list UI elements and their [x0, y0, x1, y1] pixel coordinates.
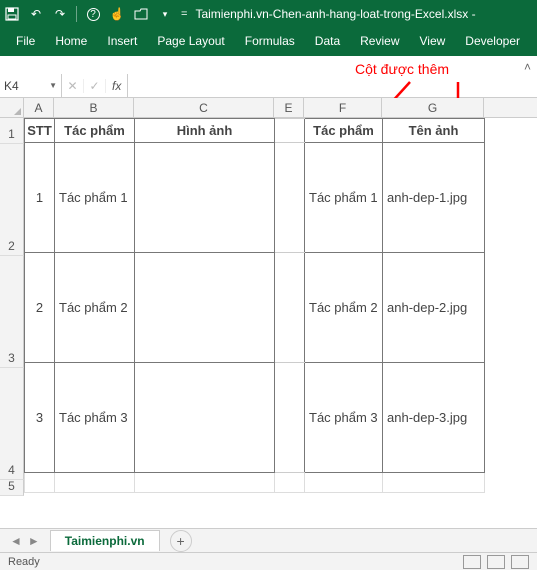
cell[interactable]: [275, 119, 305, 143]
cell[interactable]: [275, 143, 305, 253]
check-icon[interactable]: ✓: [84, 79, 106, 93]
table-row[interactable]: 1 Tác phẩm 1 Tác phẩm 1 anh-dep-1.jpg: [25, 143, 485, 253]
col-header-C[interactable]: C: [134, 98, 274, 117]
cell[interactable]: Tác phẩm 1: [55, 143, 135, 253]
table-row[interactable]: [25, 473, 485, 493]
tab-file[interactable]: File: [6, 28, 45, 56]
chevron-down-icon[interactable]: ▼: [49, 81, 57, 90]
open-icon[interactable]: [133, 6, 149, 22]
col-header-G[interactable]: G: [382, 98, 484, 117]
cell[interactable]: anh-dep-2.jpg: [383, 253, 485, 363]
collapse-ribbon-icon[interactable]: ˄: [524, 60, 531, 74]
tab-formulas[interactable]: Formulas: [235, 28, 305, 56]
tab-insert[interactable]: Insert: [97, 28, 147, 56]
cell[interactable]: anh-dep-3.jpg: [383, 363, 485, 473]
undo-icon[interactable]: ↶: [28, 6, 44, 22]
select-all-corner[interactable]: [0, 98, 24, 117]
tab-data[interactable]: Data: [305, 28, 350, 56]
cancel-icon[interactable]: ✕: [62, 79, 84, 93]
cell[interactable]: [135, 363, 275, 473]
tab-page-layout[interactable]: Page Layout: [147, 28, 234, 56]
fx-label[interactable]: fx: [106, 74, 128, 97]
name-box-value: K4: [4, 79, 19, 93]
worksheet-grid[interactable]: A B C E F G 1 2 3 4 5 STT Tác phẩm Hình …: [0, 98, 537, 528]
ribbon-tabs: File Home Insert Page Layout Formulas Da…: [0, 28, 537, 56]
table-row[interactable]: 3 Tác phẩm 3 Tác phẩm 3 anh-dep-3.jpg: [25, 363, 485, 473]
cell[interactable]: Tác phẩm: [55, 119, 135, 143]
cell[interactable]: Tác phẩm 3: [55, 363, 135, 473]
tab-view[interactable]: View: [410, 28, 456, 56]
window-title: Taimienphi.vn-Chen-anh-hang-loat-trong-E…: [195, 7, 533, 21]
quick-access-toolbar: ↶ ↷ ? ☝ ▾ =: [4, 6, 187, 22]
name-box[interactable]: K4 ▼: [0, 74, 62, 97]
cell[interactable]: [275, 253, 305, 363]
redo-icon[interactable]: ↷: [52, 6, 68, 22]
row-header-1[interactable]: 1: [0, 118, 24, 144]
normal-view-icon[interactable]: [463, 555, 481, 569]
cell[interactable]: [135, 473, 275, 493]
cell[interactable]: Hình ảnh: [135, 119, 275, 143]
cell[interactable]: [135, 143, 275, 253]
row-header-2[interactable]: 2: [0, 144, 24, 256]
tab-developer[interactable]: Developer: [455, 28, 530, 56]
sheet-tab-bar: ◄ ► Taimienphi.vn +: [0, 528, 537, 552]
cell[interactable]: 1: [25, 143, 55, 253]
table-row[interactable]: 2 Tác phẩm 2 Tác phẩm 2 anh-dep-2.jpg: [25, 253, 485, 363]
cell[interactable]: [275, 363, 305, 473]
page-layout-view-icon[interactable]: [487, 555, 505, 569]
formula-bar: K4 ▼ ✕ ✓ fx: [0, 74, 537, 98]
page-break-view-icon[interactable]: [511, 555, 529, 569]
formula-input[interactable]: [128, 74, 537, 97]
cell[interactable]: Tên ảnh: [383, 119, 485, 143]
col-header-A[interactable]: A: [24, 98, 54, 117]
qat-overflow-icon[interactable]: =: [181, 8, 187, 20]
col-header-F[interactable]: F: [304, 98, 382, 117]
cell[interactable]: [55, 473, 135, 493]
cell[interactable]: STT: [25, 119, 55, 143]
touch-mode-icon[interactable]: ☝: [109, 6, 125, 22]
help-icon[interactable]: ?: [85, 6, 101, 22]
column-headers: A B C E F G: [0, 98, 537, 118]
add-sheet-button[interactable]: +: [170, 530, 192, 552]
save-icon[interactable]: [4, 6, 20, 22]
tab-home[interactable]: Home: [45, 28, 97, 56]
cell[interactable]: [25, 473, 55, 493]
row-headers: 1 2 3 4 5: [0, 118, 24, 496]
cell[interactable]: [135, 253, 275, 363]
sheet-nav-next-icon[interactable]: ►: [28, 534, 40, 548]
cell[interactable]: [305, 473, 383, 493]
data-table[interactable]: STT Tác phẩm Hình ảnh Tác phẩm Tên ảnh 1…: [24, 118, 485, 493]
col-header-E[interactable]: E: [274, 98, 304, 117]
qat-dropdown-icon[interactable]: ▾: [157, 6, 173, 22]
cell[interactable]: 3: [25, 363, 55, 473]
sheet-nav-prev-icon[interactable]: ◄: [10, 534, 22, 548]
separator: [76, 6, 77, 22]
cell[interactable]: Tác phẩm: [305, 119, 383, 143]
cell[interactable]: Tác phẩm 2: [305, 253, 383, 363]
row-header-5[interactable]: 5: [0, 480, 24, 496]
sheet-tab[interactable]: Taimienphi.vn: [50, 530, 160, 551]
cell[interactable]: Tác phẩm 1: [305, 143, 383, 253]
row-header-3[interactable]: 3: [0, 256, 24, 368]
cell[interactable]: Tác phẩm 2: [55, 253, 135, 363]
row-header-4[interactable]: 4: [0, 368, 24, 480]
col-header-B[interactable]: B: [54, 98, 134, 117]
cell[interactable]: 2: [25, 253, 55, 363]
cell[interactable]: [383, 473, 485, 493]
cell[interactable]: Tác phẩm 3: [305, 363, 383, 473]
tab-review[interactable]: Review: [350, 28, 409, 56]
status-bar: Ready: [0, 552, 537, 570]
cell[interactable]: anh-dep-1.jpg: [383, 143, 485, 253]
title-bar: ↶ ↷ ? ☝ ▾ = Taimienphi.vn-Chen-anh-hang-…: [0, 0, 537, 28]
table-row[interactable]: STT Tác phẩm Hình ảnh Tác phẩm Tên ảnh: [25, 119, 485, 143]
status-ready: Ready: [8, 556, 40, 568]
view-controls: [463, 555, 529, 569]
cell[interactable]: [275, 473, 305, 493]
